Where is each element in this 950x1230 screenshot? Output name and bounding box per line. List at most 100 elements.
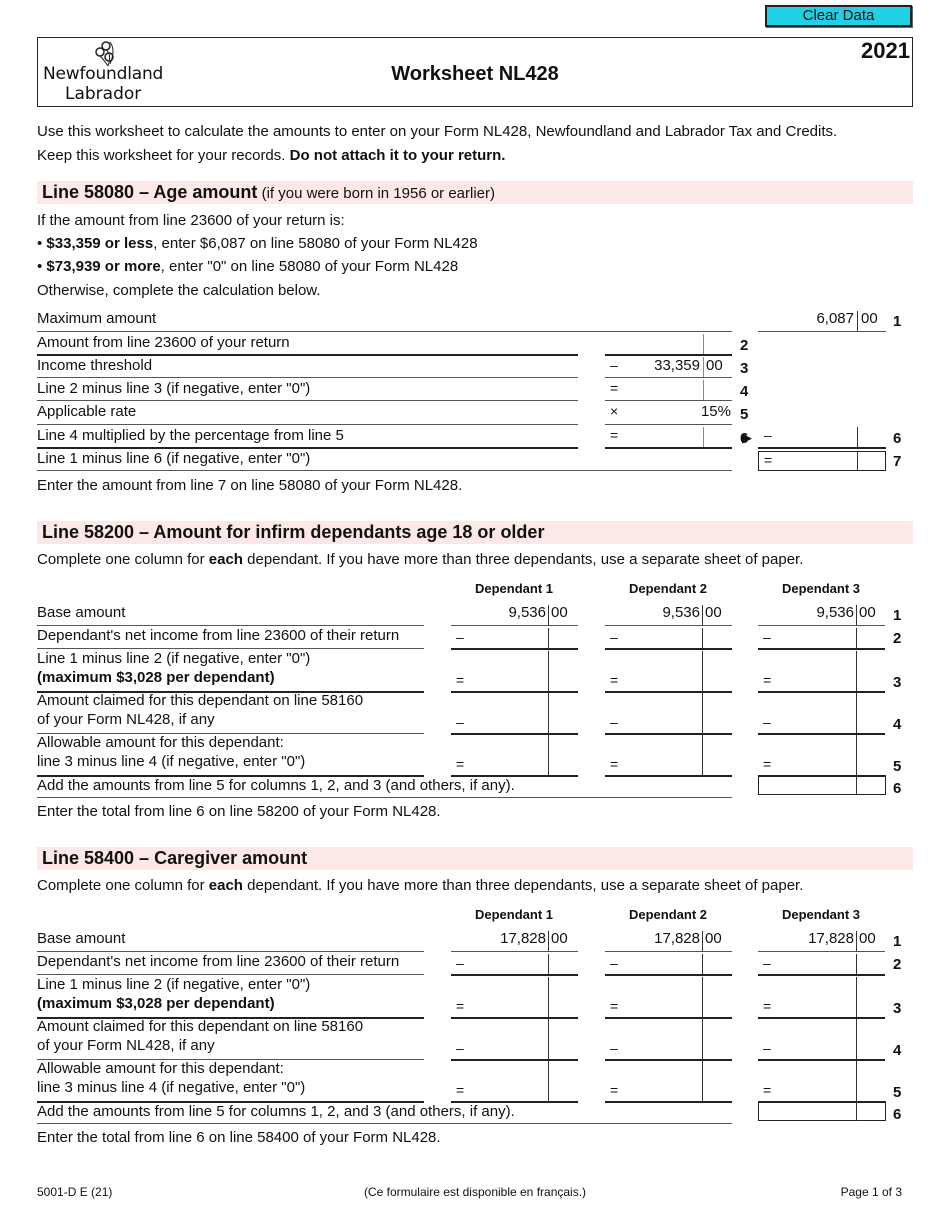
operator-symbol: –	[764, 427, 772, 443]
section-header-caregiver: Line 58400 – Caregiver amount	[37, 847, 913, 870]
cents-divider	[856, 628, 857, 648]
operator-symbol: –	[456, 1040, 464, 1056]
line-number: 5	[893, 758, 902, 775]
clear-data-button[interactable]: Clear Data	[765, 5, 912, 27]
cents-divider	[856, 775, 857, 795]
input-line-2-dependant-1[interactable]	[469, 628, 548, 648]
cents-divider	[548, 1061, 549, 1101]
amount-line-5: 15%	[700, 403, 731, 420]
input-line-4-dependant-2[interactable]	[623, 1019, 702, 1059]
operator-symbol: –	[610, 357, 618, 373]
cents-line-3[interactable]: 00	[706, 357, 723, 374]
line-number: 1	[893, 313, 902, 330]
input-line-5-dependant-1[interactable]	[469, 735, 548, 775]
section-header-age-amount: Line 58080 – Age amount (if you were bor…	[37, 181, 913, 204]
row-label: Applicable rate	[37, 403, 137, 420]
row-label: Add the amounts from line 5 for columns …	[37, 777, 515, 794]
input-line-3-dependant-3[interactable]	[776, 977, 856, 1017]
input-line-4-dependant-1[interactable]	[469, 1019, 548, 1059]
row-rule	[605, 1101, 732, 1103]
input-line-3-dependant-2[interactable]	[623, 651, 702, 691]
row-rule	[37, 797, 732, 798]
row-label: Dependant's net income from line 23600 o…	[37, 627, 400, 644]
row-rule	[451, 974, 578, 976]
cents-divider	[856, 1061, 857, 1101]
input-line-5-dependant-3[interactable]	[776, 735, 856, 775]
input-line-3-dependant-1[interactable]	[469, 977, 548, 1017]
total-box-line-6[interactable]	[758, 775, 886, 795]
operator-symbol: =	[610, 672, 619, 688]
input-line-4-dependant-2[interactable]	[623, 693, 702, 733]
cents: 00	[551, 930, 568, 947]
section-title: Line 58400 – Caregiver amount	[42, 848, 308, 868]
input-line-5-dependant-1[interactable]	[469, 1061, 548, 1101]
row-label: Base amount	[37, 604, 126, 621]
row-label: Allowable amount for this dependant:	[37, 734, 284, 751]
row-label: Line 1 minus line 2 (if negative, enter …	[37, 650, 311, 667]
amount-line-1[interactable]: 6,087	[760, 310, 854, 327]
cents-divider	[702, 651, 703, 691]
amount-line-3[interactable]: 33,359	[620, 357, 700, 374]
input-line-5-dependant-3[interactable]	[776, 1061, 856, 1101]
cents-divider	[856, 931, 857, 951]
intro-line-2-text: Keep this worksheet for your records.	[37, 147, 290, 164]
total-box-line-7[interactable]	[758, 451, 886, 471]
page-number: Page 1 of 3	[840, 1185, 902, 1199]
caregiver-instr-a: Complete one column for	[37, 877, 209, 894]
cents-divider	[856, 1101, 857, 1121]
section-title: Line 58080 – Age amount (if you were bor…	[42, 182, 495, 203]
cents-line-1[interactable]: 00	[861, 310, 878, 327]
input-line-2-dependant-2[interactable]	[623, 954, 702, 974]
cents-divider	[703, 357, 704, 377]
line-number: 5	[740, 406, 749, 423]
input-line-4-dependant-1[interactable]	[469, 693, 548, 733]
cents-divider	[702, 735, 703, 775]
row-label: Amount claimed for this dependant on lin…	[37, 692, 364, 709]
cents-divider	[702, 954, 703, 974]
operator-symbol: –	[456, 629, 464, 645]
input-line-5-dependant-2[interactable]	[623, 735, 702, 775]
intro-line-2: Keep this worksheet for your records. Do…	[37, 147, 505, 164]
line-number: 3	[893, 1000, 902, 1017]
intro-line-1: Use this worksheet to calculate the amou…	[37, 123, 838, 140]
input-line-3-dependant-3[interactable]	[776, 651, 856, 691]
age-bullet-2: • $73,939 or more, enter "0" on line 580…	[37, 258, 459, 275]
operator-symbol: =	[763, 1082, 772, 1098]
operator-symbol: =	[764, 452, 773, 468]
operator-symbol: =	[610, 756, 619, 772]
input-line-4-dependant-3[interactable]	[776, 1019, 856, 1059]
cents-divider	[856, 735, 857, 775]
input-line-5-dependant-2[interactable]	[623, 1061, 702, 1101]
row-rule	[37, 470, 732, 471]
input-line-3-dependant-1[interactable]	[469, 651, 548, 691]
caregiver-instr-b: each	[208, 877, 243, 894]
row-rule	[37, 424, 578, 425]
base-amount-dependant-3: 17,828	[808, 930, 854, 947]
section-header-infirm: Line 58200 – Amount for infirm dependant…	[37, 521, 913, 544]
input-line-2-dependant-3[interactable]	[776, 628, 856, 648]
operator-symbol: –	[456, 714, 464, 730]
row-rule	[37, 354, 578, 356]
cents-divider	[702, 605, 703, 625]
cents-divider	[548, 1019, 549, 1059]
row-rule	[758, 331, 886, 332]
input-line-2-dependant-1[interactable]	[469, 954, 548, 974]
column-header-dependant-2: Dependant 2	[628, 907, 707, 922]
age-bullet-2-bold: $73,939 or more	[46, 258, 161, 275]
row-label-2: (maximum $3,028 per dependant)	[37, 669, 275, 686]
row-rule	[605, 354, 732, 356]
cents-divider	[857, 427, 858, 447]
operator-symbol: –	[763, 714, 771, 730]
operator-symbol: =	[763, 756, 772, 772]
operator-symbol: –	[763, 629, 771, 645]
row-label: Add the amounts from line 5 for columns …	[37, 1103, 515, 1120]
input-line-2-dependant-3[interactable]	[776, 954, 856, 974]
input-line-3-dependant-2[interactable]	[623, 977, 702, 1017]
cents-divider	[548, 954, 549, 974]
cents-divider	[702, 1019, 703, 1059]
input-line-4-dependant-3[interactable]	[776, 693, 856, 733]
row-rule	[37, 447, 578, 449]
infirm-instr-a: Complete one column for	[37, 551, 209, 568]
input-line-2-dependant-2[interactable]	[623, 628, 702, 648]
total-box-line-6[interactable]	[758, 1101, 886, 1121]
